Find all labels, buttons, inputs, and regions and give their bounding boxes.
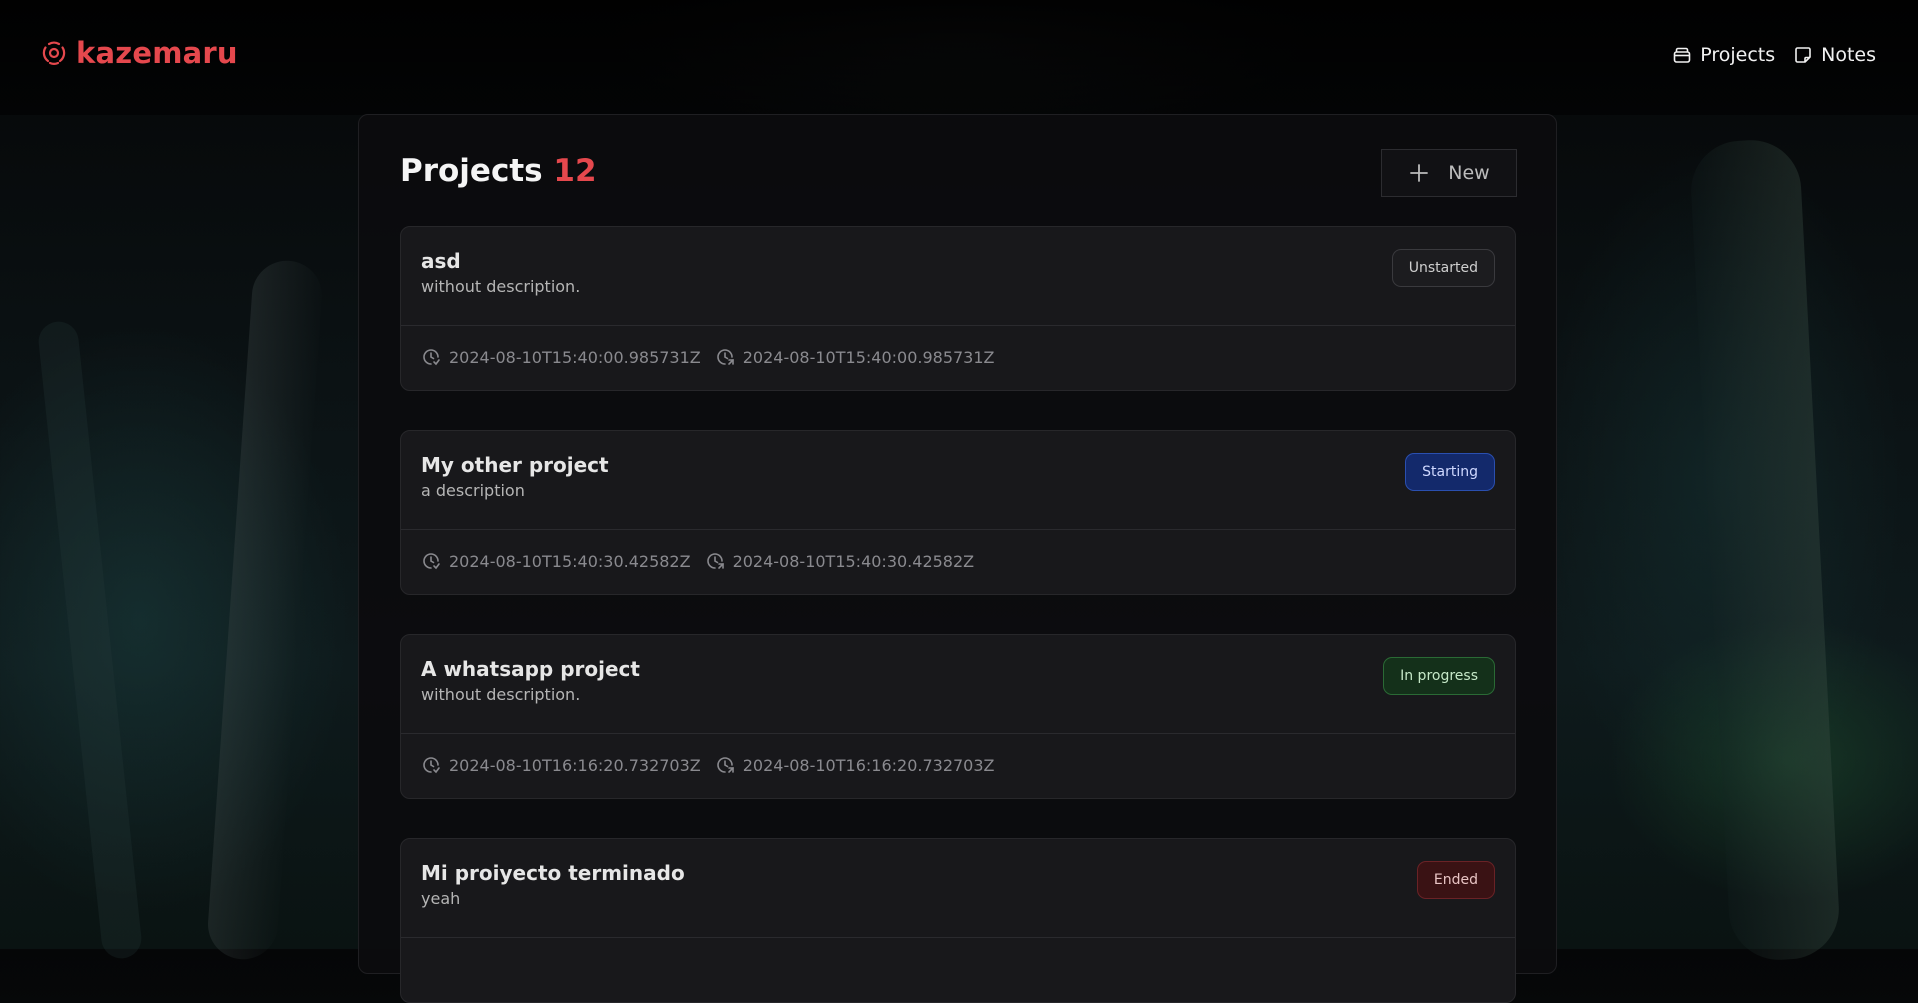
updated-at: 2024-08-10T15:40:30.42582Z	[732, 551, 975, 571]
created-at: 2024-08-10T15:40:00.985731Z	[449, 347, 701, 367]
project-description: yeah	[421, 889, 461, 908]
project-name: Mi proiyecto terminado	[421, 861, 685, 885]
created-timestamp: 2024-08-10T15:40:00.985731Z	[421, 347, 701, 367]
main-nav: Projects Notes	[1672, 44, 1876, 66]
status-badge: In progress	[1383, 657, 1495, 695]
project-name: My other project	[421, 453, 609, 477]
nav-item-projects[interactable]: Projects	[1672, 44, 1775, 66]
clock-icon	[423, 757, 440, 774]
archive-icon	[1673, 47, 1691, 63]
project-card[interactable]: Mi proiyecto terminado yeah Ended	[400, 838, 1516, 1003]
page-title: Projects 12	[400, 153, 597, 189]
status-badge: Ended	[1416, 861, 1495, 899]
updated-at: 2024-08-10T15:40:00.985731Z	[742, 347, 995, 367]
updated-timestamp: 2024-08-10T16:16:20.732703Z	[715, 755, 995, 775]
project-card-footer: 2024-08-10T15:40:30.42582Z 2024-08-10T15…	[421, 551, 974, 571]
nav-item-notes[interactable]: Notes	[1793, 44, 1876, 66]
status-badge: Starting	[1405, 453, 1495, 491]
project-card-header: asd without description. Unstarted	[401, 227, 1515, 326]
brand-logo-link[interactable]: kazemaru	[40, 36, 238, 70]
created-at: 2024-08-10T16:16:20.732703Z	[449, 755, 701, 775]
project-description: without description.	[421, 277, 581, 296]
created-at: 2024-08-10T15:40:30.42582Z	[449, 551, 691, 571]
project-card[interactable]: My other project a description Starting …	[400, 430, 1516, 595]
clock-refresh-icon	[716, 349, 734, 365]
clock-icon	[423, 553, 440, 570]
clock-refresh-icon	[716, 757, 734, 773]
sticky-note-icon	[1795, 47, 1811, 63]
clock-refresh-icon	[706, 553, 724, 569]
project-card-header: My other project a description Starting	[401, 431, 1515, 530]
project-card[interactable]: A whatsapp project without description. …	[400, 634, 1516, 799]
new-project-button[interactable]: New	[1381, 149, 1517, 197]
new-button-label: New	[1448, 162, 1490, 184]
nav-item-label: Notes	[1821, 44, 1876, 66]
project-card-footer: 2024-08-10T15:40:00.985731Z 2024-08-10T1…	[421, 347, 995, 367]
project-description: without description.	[421, 685, 581, 704]
projects-panel: Projects 12 New asd without description.…	[358, 114, 1557, 1003]
project-card-footer: 2024-08-10T16:16:20.732703Z 2024-08-10T1…	[421, 755, 995, 775]
project-name: A whatsapp project	[421, 657, 640, 681]
created-timestamp: 2024-08-10T15:40:30.42582Z	[421, 551, 691, 571]
project-count: 12	[553, 153, 597, 189]
page-title-text: Projects	[400, 153, 543, 189]
updated-at: 2024-08-10T16:16:20.732703Z	[742, 755, 995, 775]
clock-icon	[423, 349, 440, 366]
updated-timestamp: 2024-08-10T15:40:30.42582Z	[705, 551, 975, 571]
top-navbar: kazemaru Projects Notes	[0, 0, 1918, 112]
project-name: asd	[421, 249, 461, 273]
radar-logo-icon	[42, 41, 66, 65]
project-card-header: Mi proiyecto terminado yeah Ended	[401, 839, 1515, 938]
project-description: a description	[421, 481, 525, 500]
updated-timestamp: 2024-08-10T15:40:00.985731Z	[715, 347, 995, 367]
nav-item-label: Projects	[1700, 44, 1776, 66]
status-badge: Unstarted	[1391, 249, 1495, 287]
project-card-header: A whatsapp project without description. …	[401, 635, 1515, 734]
created-timestamp: 2024-08-10T16:16:20.732703Z	[421, 755, 701, 775]
brand-name: kazemaru	[76, 36, 238, 70]
plus-icon	[1410, 164, 1429, 182]
project-card[interactable]: asd without description. Unstarted 2024-…	[400, 226, 1516, 391]
